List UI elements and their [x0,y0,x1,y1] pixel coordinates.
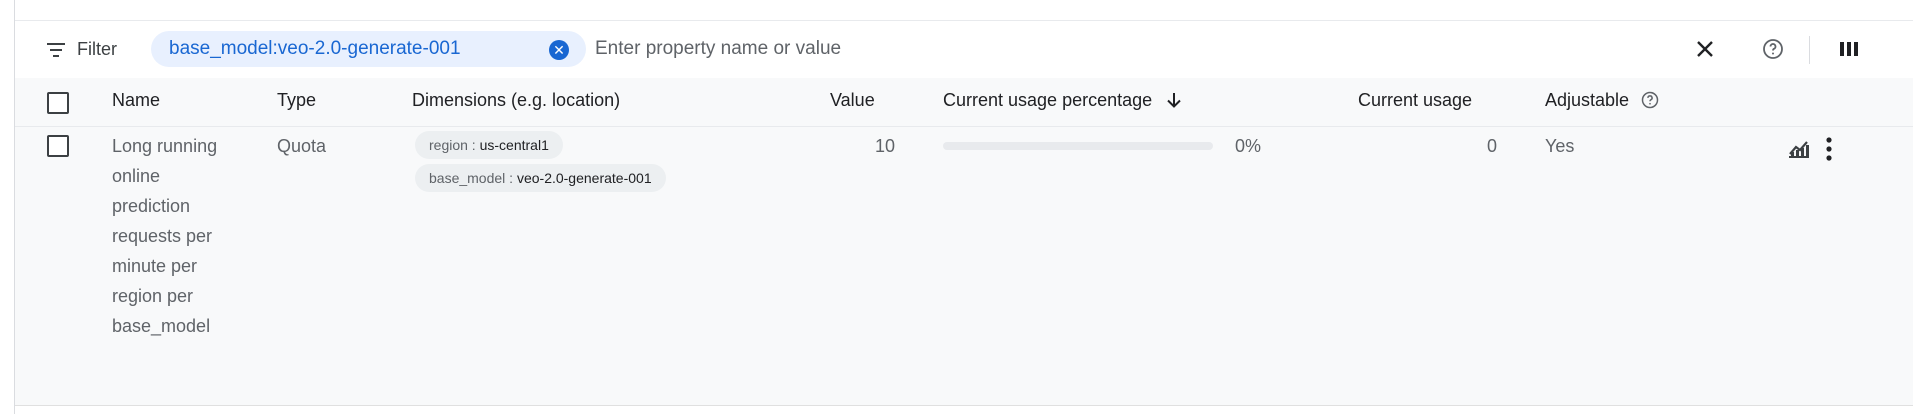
divider [15,20,1913,21]
column-header-current-usage[interactable]: Current usage [1358,90,1472,111]
quota-name: Long running online prediction requests … [112,136,218,336]
filter-chip[interactable]: base_model:veo-2.0-generate-001 ✕ [151,31,586,67]
more-vert-icon[interactable] [1823,136,1835,162]
table-row[interactable]: Long running online prediction requests … [15,127,1913,406]
adjustable-value: Yes [1545,136,1575,156]
filter-input[interactable] [593,32,1497,66]
dimension-chip-region: region : us-central1 [415,131,563,159]
column-header-dimensions[interactable]: Dimensions (e.g. location) [412,90,620,111]
column-header-type[interactable]: Type [277,90,316,111]
dimension-value: veo-2.0-generate-001 [516,170,652,186]
column-header-value[interactable]: Value [830,90,875,111]
chip-close-icon[interactable]: ✕ [549,40,569,60]
current-usage: 0 [1487,136,1498,156]
usage-percentage: 0% [1235,136,1262,156]
dimension-chip-base-model: base_model : veo-2.0-generate-001 [415,164,666,192]
column-header-usage-percentage[interactable]: Current usage percentage [943,90,1183,111]
row-checkbox[interactable] [47,135,69,157]
filter-chip-text: base_model:veo-2.0-generate-001 [169,38,461,59]
select-all-checkbox[interactable] [47,92,69,114]
column-header-name[interactable]: Name [112,90,160,111]
quota-table-panel: Filter base_model:veo-2.0-generate-001 ✕… [14,0,1913,414]
arrow-down-icon[interactable] [1165,91,1183,109]
dimension-key: region [429,137,468,153]
filter-toolbar: Filter base_model:veo-2.0-generate-001 ✕ [15,28,1913,72]
toolbar-divider [1809,36,1810,64]
monitoring-chart-icon[interactable] [1787,139,1811,159]
clear-icon[interactable] [1693,37,1717,61]
quota-type: Quota [277,136,327,156]
column-header-adjustable[interactable]: Adjustable [1545,90,1660,111]
column-display-icon[interactable] [1838,38,1860,60]
column-header-adjustable-label: Adjustable [1545,90,1630,110]
table-header-row: Name Type Dimensions (e.g. location) Val… [15,78,1913,127]
dimension-key: base_model [429,170,506,186]
dimension-separator: : [505,170,517,186]
usage-progress-bar [943,142,1213,150]
help-icon[interactable] [1640,90,1660,110]
filter-label[interactable]: Filter [77,39,117,60]
help-icon[interactable] [1761,37,1785,61]
column-header-usage-percentage-label: Current usage percentage [943,90,1153,110]
dimension-value: us-central1 [479,137,549,153]
filter-lines-icon[interactable] [47,42,65,58]
dimension-separator: : [467,137,480,153]
quota-value: 10 [875,136,896,156]
